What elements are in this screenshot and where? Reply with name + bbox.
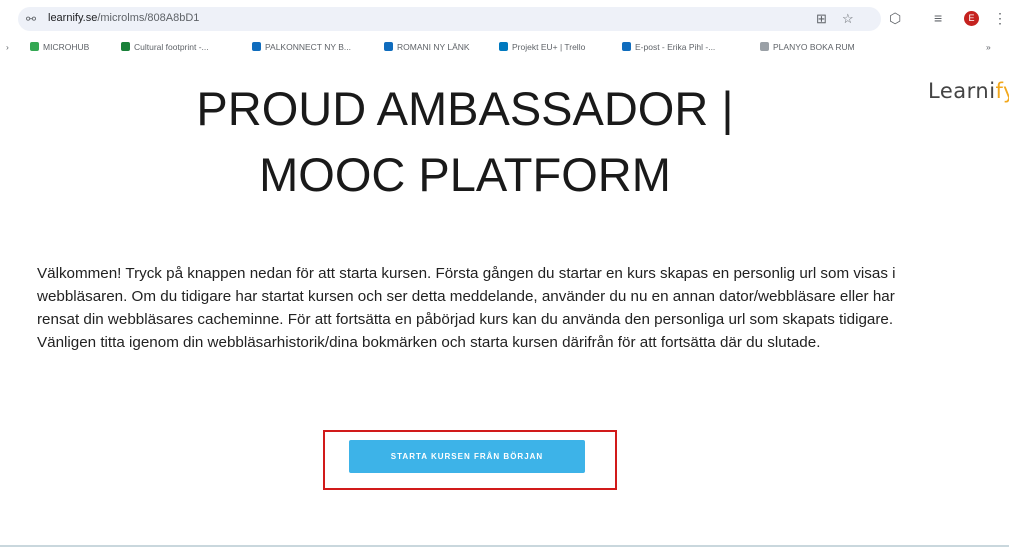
bookmarks-overflow-left-icon[interactable]: ›: [6, 42, 9, 52]
url-text[interactable]: learnify.se/microlms/808A8bD1: [48, 12, 199, 24]
trello-icon: [499, 42, 508, 51]
title-line-2: MOOC PLATFORM: [259, 148, 671, 201]
planyo-icon: [760, 42, 769, 51]
browser-toolbar: ⚯ learnify.se/microlms/808A8bD1 ⊞ ☆ ⬡ ≡ …: [0, 0, 1009, 36]
learnify-logo[interactable]: Learnify: [928, 79, 1009, 103]
bookmark-star-icon[interactable]: ☆: [842, 11, 854, 27]
onedrive-icon: [384, 42, 393, 51]
menu-kebab-icon[interactable]: ⋮: [993, 10, 1007, 27]
reading-list-icon[interactable]: ≡: [934, 10, 942, 26]
footer-divider: [0, 545, 1009, 547]
sharepoint-icon: [121, 42, 130, 51]
outlook-icon: [622, 42, 631, 51]
bookmark-trello[interactable]: Projekt EU+ | Trello: [499, 42, 585, 52]
bookmark-planyo[interactable]: PLANYO BOKA RUM: [760, 42, 855, 52]
bookmarks-overflow-button[interactable]: »: [986, 42, 991, 52]
site-info-icon[interactable]: ⚯: [26, 12, 36, 26]
title-line-1: PROUD AMBASSADOR |: [196, 82, 734, 135]
profile-avatar[interactable]: E: [964, 11, 979, 26]
bookmark-microhub[interactable]: MICROHUB: [30, 42, 89, 52]
translate-icon[interactable]: ⊞: [816, 11, 827, 27]
onedrive-icon: [252, 42, 261, 51]
intro-text: Välkommen! Tryck på knappen nedan för at…: [37, 265, 896, 351]
page-title: PROUD AMBASSADOR | MOOC PLATFORM: [60, 76, 870, 208]
bookmark-cultural-footprint[interactable]: Cultural footprint -...: [121, 42, 209, 52]
drive-icon: [30, 42, 39, 51]
bookmark-palkonnect[interactable]: PALKONNECT NY B...: [252, 42, 351, 52]
start-course-button[interactable]: STARTA KURSEN FRÅN BÖRJAN: [349, 440, 585, 473]
address-bar[interactable]: ⚯ learnify.se/microlms/808A8bD1 ⊞ ☆: [18, 7, 881, 31]
bookmarks-bar: › MICROHUB Cultural footprint -... PALKO…: [0, 38, 1009, 60]
url-path: /microlms/808A8bD1: [97, 12, 200, 24]
bookmark-email[interactable]: E-post - Erika Pihl -...: [622, 42, 715, 52]
extensions-icon[interactable]: ⬡: [889, 10, 901, 27]
url-domain: learnify.se: [48, 12, 98, 24]
bookmark-romani[interactable]: ROMANI NY LÄNK: [384, 42, 470, 52]
